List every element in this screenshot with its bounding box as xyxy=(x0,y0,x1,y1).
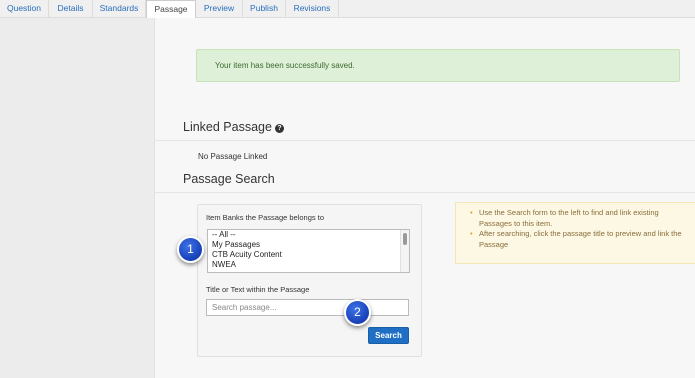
listbox-scrollbar[interactable] xyxy=(400,230,409,272)
item-banks-listbox[interactable]: -- All -- My Passages CTB Acuity Content… xyxy=(207,229,410,273)
listbox-option[interactable]: CTB Acuity Content xyxy=(208,250,409,260)
linked-passage-title: Linked Passage xyxy=(183,120,272,134)
scrollbar-thumb[interactable] xyxy=(403,233,407,245)
listbox-option[interactable]: My Passages xyxy=(208,240,409,250)
left-sidebar xyxy=(0,18,155,378)
listbox-option[interactable]: -- All -- xyxy=(208,230,409,240)
question-circle-icon[interactable]: ? xyxy=(274,124,284,133)
callout-badge-2: 2 xyxy=(344,299,371,326)
tab-revisions[interactable]: Revisions xyxy=(286,0,339,18)
tab-passage[interactable]: Passage xyxy=(146,0,196,19)
tab-details[interactable]: Details xyxy=(49,0,93,18)
divider xyxy=(155,140,695,141)
linked-passage-heading: Linked Passage? xyxy=(183,120,284,134)
passage-search-heading: Passage Search xyxy=(183,172,275,186)
tab-question[interactable]: Question xyxy=(0,0,49,18)
title-text-label: Title or Text within the Passage xyxy=(206,285,310,294)
tab-standards[interactable]: Standards xyxy=(93,0,146,18)
tab-preview[interactable]: Preview xyxy=(196,0,243,18)
search-passage-input[interactable] xyxy=(206,299,409,316)
help-note: Use the Search form to the left to find … xyxy=(455,202,695,264)
help-note-item: Use the Search form to the left to find … xyxy=(470,208,687,229)
no-passage-linked-text: No Passage Linked xyxy=(198,152,268,161)
search-button[interactable]: Search xyxy=(368,327,409,344)
listbox-option[interactable]: NWEA xyxy=(208,260,409,270)
divider xyxy=(155,192,695,193)
help-note-item: After searching, click the passage title… xyxy=(470,229,687,250)
item-banks-label: Item Banks the Passage belongs to xyxy=(206,213,324,222)
callout-badge-1: 1 xyxy=(177,236,204,263)
tab-publish[interactable]: Publish xyxy=(243,0,286,18)
success-alert: Your item has been successfully saved. xyxy=(196,49,680,82)
tab-bar: Question Details Standards Passage Previ… xyxy=(0,0,695,19)
